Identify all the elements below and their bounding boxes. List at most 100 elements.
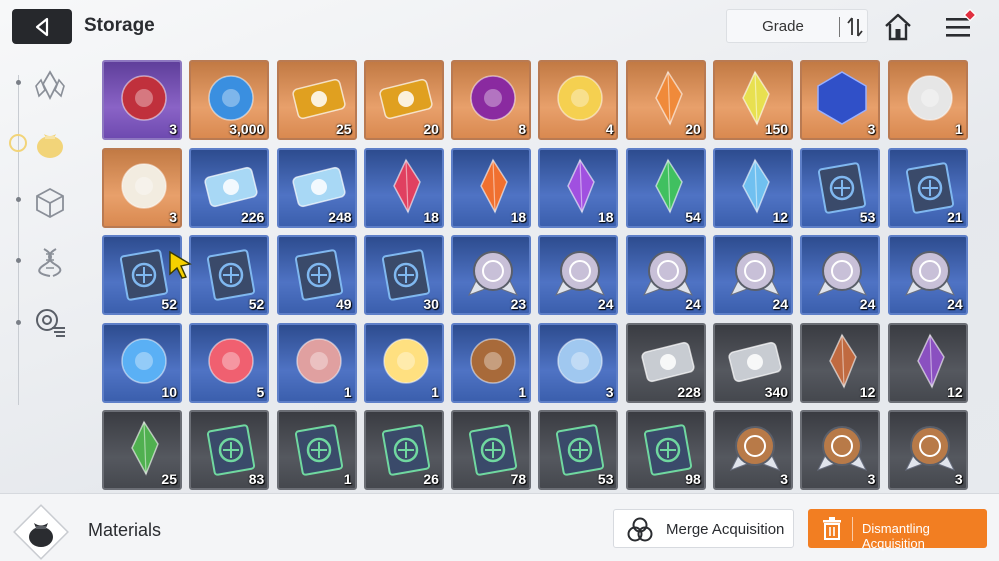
item-slot[interactable]: 52 <box>189 235 270 315</box>
item-slot[interactable]: 3,000 <box>189 60 270 140</box>
item-quantity: 1 <box>343 383 352 400</box>
book-rune-icon <box>381 249 430 301</box>
item-quantity: 24 <box>685 296 701 312</box>
sidebar-item-dna[interactable] <box>28 240 72 284</box>
item-quantity: 4 <box>605 121 614 137</box>
item-quantity: 25 <box>161 471 177 487</box>
item-slot[interactable]: 3 <box>102 147 182 228</box>
fire-shard-icon <box>480 157 509 214</box>
item-slot[interactable]: 98 <box>625 410 706 490</box>
item-slot[interactable]: 30 <box>363 235 444 315</box>
item-quantity: 1 <box>518 383 527 400</box>
grade-label: Grade <box>762 18 804 35</box>
item-slot[interactable]: 53 <box>538 410 619 490</box>
item-slot[interactable]: 1 <box>276 322 357 403</box>
item-slot[interactable]: 21 <box>887 147 968 228</box>
item-slot[interactable]: 24 <box>800 235 881 315</box>
item-slot[interactable]: 3 <box>800 60 881 140</box>
grade-sort-button[interactable]: Grade <box>726 9 868 43</box>
item-slot[interactable]: 1 <box>451 322 532 403</box>
bronze-book-shield-icon <box>294 424 343 476</box>
item-quantity: 18 <box>510 208 527 225</box>
item-slot[interactable]: 24 <box>538 235 619 315</box>
item-slot[interactable]: 150 <box>713 60 794 140</box>
bronze-book-swords-icon <box>207 424 256 476</box>
item-quantity: 24 <box>947 296 963 312</box>
sidebar-item-cube[interactable] <box>28 181 72 225</box>
category-badge <box>10 501 72 561</box>
item-slot[interactable]: 3 <box>800 410 881 490</box>
medal-cross-icon <box>817 251 868 296</box>
item-slot[interactable]: 24 <box>887 235 968 315</box>
item-slot[interactable]: 24 <box>625 235 706 315</box>
item-slot[interactable]: 18 <box>363 147 444 228</box>
item-slot[interactable]: 20 <box>363 60 444 140</box>
dismantling-acquisition-button[interactable]: Dismantling Acquisition <box>808 509 987 551</box>
item-quantity: 10 <box>161 383 177 400</box>
item-slot[interactable]: 3 <box>538 322 619 403</box>
item-slot[interactable]: 24 <box>713 235 794 315</box>
item-slot[interactable]: 226 <box>189 147 270 228</box>
item-slot[interactable]: 78 <box>451 410 532 490</box>
item-quantity: 3 <box>867 121 876 137</box>
item-slot[interactable]: 53 <box>800 147 881 228</box>
item-quantity: 26 <box>423 471 439 487</box>
home-icon[interactable] <box>883 12 913 42</box>
bronze-medal-shield-icon <box>730 426 781 471</box>
sidebar-item-crystal[interactable] <box>28 63 72 107</box>
item-quantity: 24 <box>597 296 614 312</box>
sealed-letter-icon <box>121 162 167 209</box>
back-button[interactable] <box>12 9 72 44</box>
item-slot[interactable]: 340 <box>713 322 794 403</box>
item-slot[interactable]: 1 <box>887 60 968 140</box>
item-quantity: 3 <box>867 471 876 487</box>
item-slot[interactable]: 18 <box>451 147 532 228</box>
item-quantity: 12 <box>772 208 789 225</box>
item-slot[interactable]: 54 <box>625 147 706 228</box>
item-quantity: 248 <box>328 208 352 225</box>
item-slot[interactable]: 12 <box>800 322 881 403</box>
item-quantity: 1 <box>343 471 352 487</box>
item-slot[interactable]: 3 <box>713 410 794 490</box>
sidebar-item-gear-list[interactable] <box>28 300 72 344</box>
cube-icon <box>36 187 64 219</box>
item-slot[interactable]: 12 <box>887 322 968 403</box>
item-slot[interactable]: 25 <box>102 410 182 490</box>
item-slot[interactable]: 4 <box>538 60 619 140</box>
item-slot[interactable]: 248 <box>276 147 357 228</box>
item-slot[interactable]: 3 <box>102 60 182 140</box>
item-slot[interactable]: 228 <box>625 322 706 403</box>
item-slot[interactable]: 10 <box>102 322 182 403</box>
item-quantity: 12 <box>859 383 876 400</box>
grade-separator <box>839 17 840 37</box>
item-slot[interactable]: 83 <box>189 410 270 490</box>
silver-ticket-compass-icon <box>728 341 782 382</box>
emerald-shard-icon <box>131 420 159 476</box>
item-slot[interactable]: 3 <box>887 410 968 490</box>
item-quantity: 5 <box>256 383 265 400</box>
item-slot[interactable]: 1 <box>363 322 444 403</box>
sort-toggle-icon[interactable] <box>845 15 865 39</box>
item-slot[interactable]: 23 <box>451 235 532 315</box>
item-slot[interactable]: 20 <box>625 60 706 140</box>
item-slot[interactable]: 1 <box>276 410 357 490</box>
item-slot[interactable]: 25 <box>276 60 357 140</box>
sidebar-rail <box>18 75 19 405</box>
item-quantity: 1 <box>954 121 963 137</box>
item-slot[interactable]: 8 <box>451 60 532 140</box>
item-slot[interactable]: 49 <box>276 235 357 315</box>
red-shard-icon <box>393 157 421 214</box>
item-slot[interactable]: 18 <box>538 147 619 228</box>
merge-acquisition-button[interactable]: Merge Acquisition <box>613 509 794 548</box>
item-slot[interactable]: 5 <box>189 322 270 403</box>
sidebar-item-pouch[interactable] <box>28 121 72 165</box>
item-slot[interactable]: 12 <box>713 147 794 228</box>
item-grid: 3 3,000 25 20 8 4 20 150 3 1 3 226 248 1… <box>102 60 968 490</box>
item-quantity: 226 <box>240 208 265 225</box>
item-quantity: 52 <box>248 296 265 312</box>
item-quantity: 3 <box>780 471 789 487</box>
crystal-icon <box>35 70 65 101</box>
item-quantity: 3 <box>169 208 177 225</box>
item-slot[interactable]: 26 <box>363 410 444 490</box>
book-swords-icon <box>818 161 867 214</box>
